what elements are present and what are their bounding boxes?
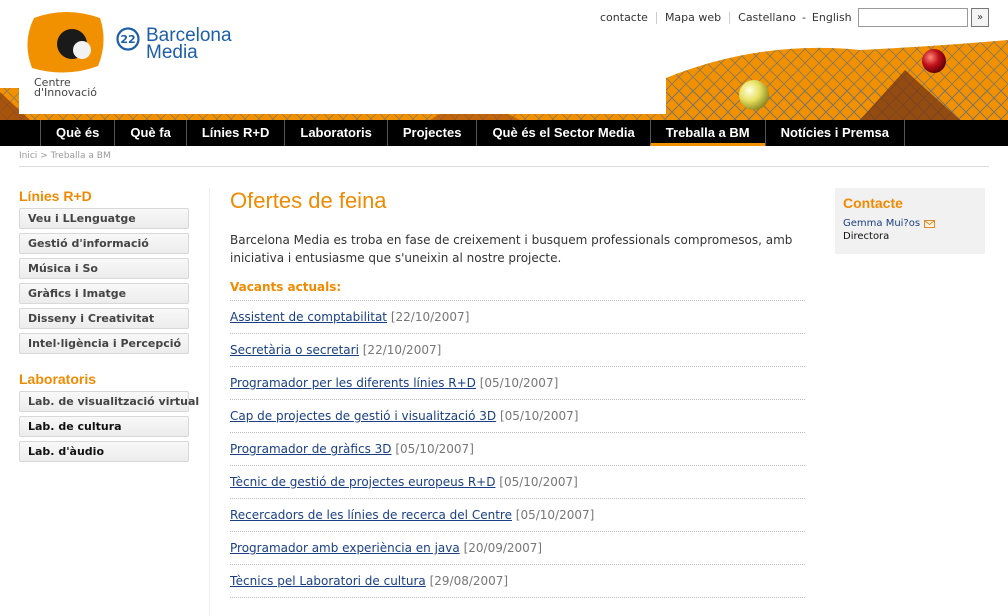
job-date: [22/10/2007] <box>362 343 442 357</box>
sitemap-link[interactable]: Mapa web <box>657 11 731 24</box>
job-item: Secretària o secretari [22/10/2007] <box>230 334 805 367</box>
sidebar-item-lab-visualitzacio[interactable]: Lab. de visualització virtual <box>19 391 199 412</box>
lang-separator: - <box>801 11 806 24</box>
lang-castellano-link[interactable]: Castellano <box>730 11 800 24</box>
job-date: [05/10/2007] <box>515 508 595 522</box>
nav-item-treballa-bm[interactable]: Treballa a BM <box>649 120 765 146</box>
job-date: [05/10/2007] <box>395 442 474 456</box>
top-links: contacte Mapa web Castellano - English <box>592 11 860 24</box>
nav-item-noticies-premsa[interactable]: Notícies i Premsa <box>764 120 905 146</box>
contact-box: Contacte Gemma Mui?os Directora <box>835 188 985 254</box>
nav-item-que-es[interactable]: Què és <box>40 120 114 146</box>
sidebar-item-gestio-informacio[interactable]: Gestió d'informació <box>19 233 189 254</box>
job-item: Programador per les diferents línies R+D… <box>230 367 805 400</box>
job-link[interactable]: Cap de projectes de gestió i visualitzac… <box>230 409 496 423</box>
logo-area <box>19 0 666 114</box>
lang-english-link[interactable]: English <box>808 11 860 24</box>
contact-link[interactable]: contacte <box>592 11 657 24</box>
job-item: Programador de gràfics 3D [05/10/2007] <box>230 433 805 466</box>
nav-item-projectes[interactable]: Projectes <box>386 120 477 146</box>
job-link[interactable]: Tècnic de gestió de projectes europeus R… <box>230 475 495 489</box>
search-input[interactable] <box>858 8 968 27</box>
sidebar-item-musica-so[interactable]: Música i So <box>19 258 189 279</box>
site-header: Centre d'Innovació 22 Barcelona Media co… <box>0 0 1008 120</box>
intro-paragraph: Barcelona Media es troba en fase de crei… <box>230 233 793 265</box>
nav-item-sector-media[interactable]: Què és el Sector Media <box>476 120 649 146</box>
sidebar: Línies R+D Veu i LLenguatge Gestió d'inf… <box>19 188 199 466</box>
job-link[interactable]: Secretària o secretari <box>230 343 359 357</box>
job-date: [05/10/2007] <box>499 475 578 489</box>
job-date: [05/10/2007] <box>499 409 579 423</box>
job-item: Tècnics pel Laboratori de cultura [29/08… <box>230 565 805 598</box>
job-link[interactable]: Programador per les diferents línies R+D <box>230 376 476 390</box>
vacancies-heading: Vacants actuals: <box>230 280 342 294</box>
job-list: Assistent de comptabilitat [22/10/2007] … <box>230 300 805 598</box>
breadcrumb-separator: > <box>40 151 48 161</box>
sidebar-title-linies[interactable]: Línies R+D <box>19 188 189 205</box>
nav-item-laboratoris[interactable]: Laboratoris <box>284 120 387 146</box>
contact-title: Contacte <box>843 195 903 211</box>
sidebar-divider <box>209 188 210 616</box>
sidebar-title-laboratoris[interactable]: Laboratoris <box>19 371 189 388</box>
job-link[interactable]: Programador amb experiència en java <box>230 541 460 555</box>
job-link[interactable]: Programador de gràfics 3D <box>230 442 392 456</box>
contact-role: Directora <box>843 231 890 242</box>
logo-text-innovacio: d'Innovació <box>34 86 98 99</box>
job-link[interactable]: Recercadors de les línies de recerca del… <box>230 508 512 522</box>
main-content: Ofertes de feina Barcelona Media es trob… <box>230 188 805 598</box>
nav-item-linies-rd[interactable]: Línies R+D <box>185 120 285 146</box>
main-nav: Què és Què fa Línies R+D Laboratoris Pro… <box>0 120 1008 146</box>
job-link[interactable]: Assistent de comptabilitat <box>230 310 387 324</box>
contact-name[interactable]: Gemma Mui?os <box>843 218 920 229</box>
job-date: [05/10/2007] <box>479 376 559 390</box>
breadcrumb-home-link[interactable]: Inici <box>19 151 37 161</box>
job-date: [20/09/2007] <box>463 541 543 555</box>
job-link[interactable]: Tècnics pel Laboratori de cultura <box>230 574 426 588</box>
contact-name-link[interactable]: Gemma Mui?os <box>843 218 977 229</box>
job-item: Programador amb experiència en java [20/… <box>230 532 805 565</box>
page-title: Ofertes de feina <box>230 188 387 213</box>
sidebar-item-lab-cultura[interactable]: Lab. de cultura <box>19 416 189 437</box>
job-item: Assistent de comptabilitat [22/10/2007] <box>230 301 805 334</box>
nav-item-que-fa[interactable]: Què fa <box>114 120 185 146</box>
centre-innovacio-logo-icon[interactable] <box>26 12 106 74</box>
job-item: Cap de projectes de gestió i visualitzac… <box>230 400 805 433</box>
job-date: [22/10/2007] <box>390 310 470 324</box>
job-date: [29/08/2007] <box>429 574 509 588</box>
job-item: Tècnic de gestió de projectes europeus R… <box>230 466 805 499</box>
search-submit-button[interactable]: » <box>971 8 989 27</box>
breadcrumb-divider <box>19 166 989 167</box>
sidebar-item-disseny-creativitat[interactable]: Disseny i Creativitat <box>19 308 189 329</box>
sidebar-item-veu-llenguatge[interactable]: Veu i LLenguatge <box>19 208 189 229</box>
svg-text:22: 22 <box>120 33 135 46</box>
breadcrumb: Inici > Treballa a BM <box>19 151 111 161</box>
brand-name-line2[interactable]: Media <box>146 43 198 63</box>
job-item: Recercadors de les línies de recerca del… <box>230 499 805 532</box>
sidebar-item-lab-audio[interactable]: Lab. d'àudio <box>19 441 189 462</box>
envelope-icon[interactable] <box>924 219 936 228</box>
sidebar-item-grafics-imatge[interactable]: Gràfics i Imatge <box>19 283 189 304</box>
sidebar-item-intelligencia-percepcio[interactable]: Intel·ligència i Percepció <box>19 333 189 354</box>
barcelona-media-22-badge-icon: 22 <box>116 27 140 51</box>
breadcrumb-current: Treballa a BM <box>50 151 111 161</box>
